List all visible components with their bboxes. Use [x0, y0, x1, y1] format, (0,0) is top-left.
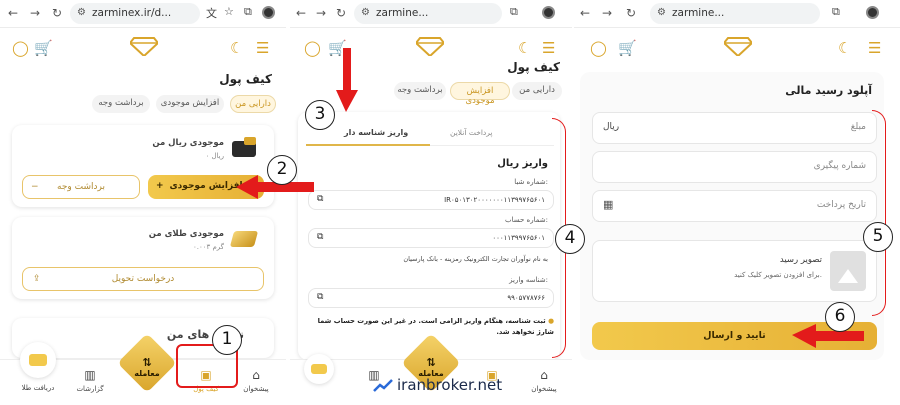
arrow-step-6: [792, 324, 864, 348]
watermark-text: iranbroker.net: [397, 376, 503, 394]
step-number-5: 5: [863, 222, 893, 252]
annotation-arrows: [236, 48, 864, 348]
iranbroker-logo-icon: [373, 379, 393, 392]
step-number-3: 3: [305, 100, 335, 130]
step-number-2: 2: [267, 155, 297, 185]
step-number-4: 4: [555, 224, 585, 254]
bracket-step-5: [872, 110, 886, 316]
arrow-step-3: [336, 48, 358, 112]
step-number-6: 6: [825, 302, 855, 332]
